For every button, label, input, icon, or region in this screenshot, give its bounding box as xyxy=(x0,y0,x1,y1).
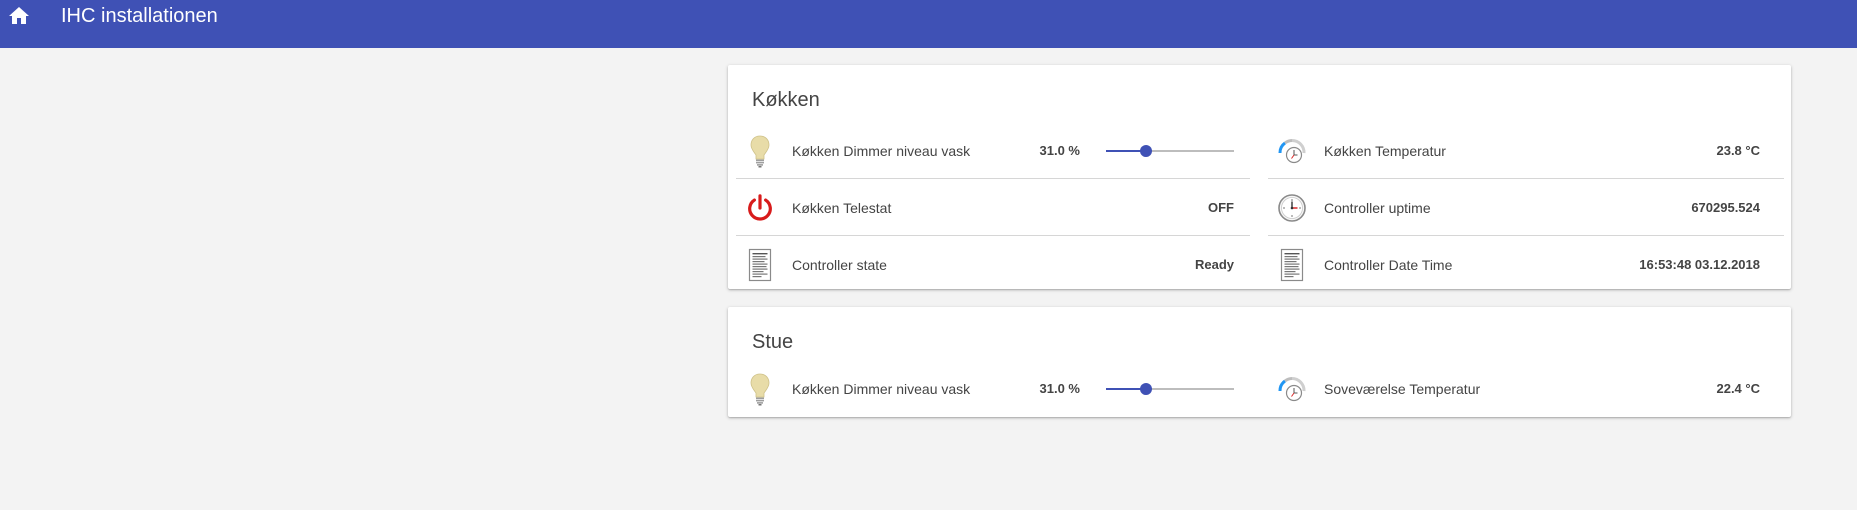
row-controller-uptime[interactable]: Controller uptime 670295.524 xyxy=(1268,179,1784,236)
row-sovevaerelse-temperatur[interactable]: Soveværelse Temperatur 22.4 °C xyxy=(1268,360,1784,417)
row-label: Køkken Telestat xyxy=(792,199,892,216)
app-bar: IHC installationen xyxy=(0,0,1857,48)
bulb-icon xyxy=(736,369,784,409)
row-value: 31.0 % xyxy=(1039,381,1080,396)
card-title: Køkken xyxy=(752,89,820,111)
row-kokken-dimmer[interactable]: Køkken Dimmer niveau vask 31.0 % xyxy=(736,122,1250,179)
row-kokken-temperatur[interactable]: Køkken Temperatur 23.8 °C xyxy=(1268,122,1784,179)
app-title: IHC installationen xyxy=(61,4,218,27)
card-kokken: Køkken Køkken Dimmer niveau vask 31.0 % … xyxy=(728,65,1791,289)
clock-icon xyxy=(1268,188,1316,228)
dimmer-slider[interactable] xyxy=(1106,379,1234,399)
row-kokken-telestat[interactable]: Køkken Telestat OFF xyxy=(736,179,1250,236)
home-icon xyxy=(9,7,29,24)
row-label: Controller Date Time xyxy=(1324,256,1453,273)
row-value: OFF xyxy=(1208,200,1234,215)
card-title: Stue xyxy=(752,331,794,353)
home-button[interactable] xyxy=(0,7,34,41)
thermometer-gauge-icon xyxy=(1268,131,1316,171)
card-stue: Stue Køkken Dimmer niveau vask 31.0 % So… xyxy=(728,307,1791,417)
row-label: Controller state xyxy=(792,256,887,273)
row-label: Køkken Dimmer niveau vask xyxy=(792,380,971,397)
row-label: Controller uptime xyxy=(1324,199,1431,216)
thermometer-gauge-icon xyxy=(1268,369,1316,409)
dimmer-slider[interactable] xyxy=(1106,141,1234,161)
row-value: 16:53:48 03.12.2018 xyxy=(1639,257,1760,272)
slider-thumb[interactable] xyxy=(1139,144,1152,157)
document-icon xyxy=(736,245,784,285)
row-value: 31.0 % xyxy=(1039,143,1080,158)
bulb-icon xyxy=(736,131,784,171)
row-label: Køkken Dimmer niveau vask xyxy=(792,142,971,159)
row-value: 23.8 °C xyxy=(1716,143,1760,158)
row-value: Ready xyxy=(1194,257,1234,272)
power-icon xyxy=(736,188,784,228)
slider-thumb[interactable] xyxy=(1139,382,1152,395)
row-label: Køkken Temperatur xyxy=(1324,142,1446,159)
row-value: 22.4 °C xyxy=(1716,381,1760,396)
row-stue-dimmer[interactable]: Køkken Dimmer niveau vask 31.0 % xyxy=(736,360,1250,417)
row-label: Soveværelse Temperatur xyxy=(1324,380,1481,397)
document-icon xyxy=(1268,245,1316,285)
row-controller-date-time[interactable]: Controller Date Time 16:53:48 03.12.2018 xyxy=(1268,236,1784,293)
row-value: 670295.524 xyxy=(1691,200,1760,215)
row-controller-state[interactable]: Controller state Ready xyxy=(736,236,1250,293)
